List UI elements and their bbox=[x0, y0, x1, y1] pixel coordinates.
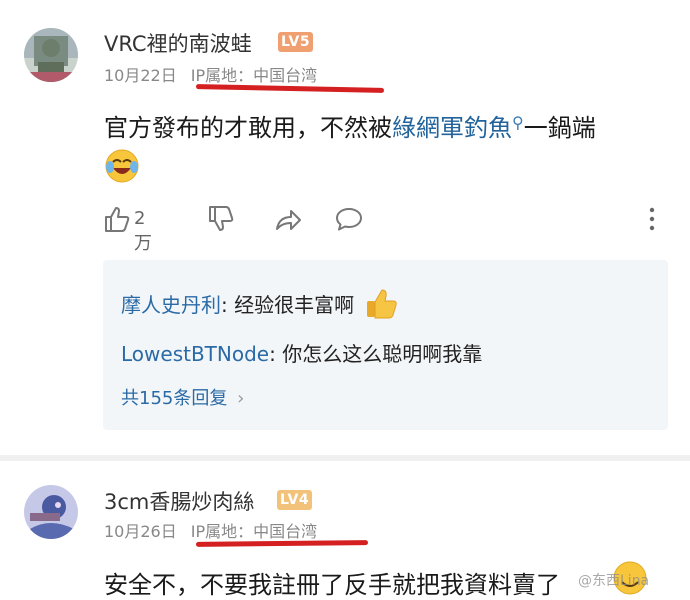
thumbs-up-icon bbox=[367, 289, 398, 319]
view-all-replies-label[interactable]: 共155条回复 bbox=[121, 388, 227, 409]
ip-location: 中国台湾 bbox=[253, 66, 318, 85]
comment-date: 10月26日 bbox=[104, 522, 177, 541]
topic-link-label[interactable]: 綠網軍釣魚 bbox=[392, 114, 512, 142]
comment-meta: 10月22日 IP属地：中国台湾 bbox=[104, 62, 317, 86]
reply-username[interactable]: 摩人史丹利 bbox=[121, 293, 221, 317]
like-icon bbox=[105, 207, 130, 232]
level-badge: LV4 bbox=[277, 490, 313, 510]
comment-icon bbox=[336, 208, 362, 231]
more-icon bbox=[649, 207, 655, 231]
avatar[interactable] bbox=[24, 28, 78, 82]
comment-text: 官方發布的才敢用，不然被綠網軍釣魚⚲一鍋端 bbox=[104, 108, 596, 143]
replies-panel: 摩人史丹利: 经验很丰富啊 LowestBTNode: 你怎么这么聪明啊我靠 共… bbox=[103, 260, 668, 430]
comment-date: 10月22日 bbox=[104, 66, 177, 85]
level-badge: LV5 bbox=[278, 32, 314, 52]
ip-label: IP属地： bbox=[190, 522, 254, 541]
comment-text-part: 官方發布的才敢用，不然被 bbox=[104, 114, 392, 142]
comment-text-part: 一鍋端 bbox=[523, 114, 596, 142]
ip-label: IP属地： bbox=[190, 66, 254, 85]
comment-username[interactable]: VRC裡的南波蛙 bbox=[104, 28, 252, 58]
topic-link[interactable]: 綠網軍釣魚⚲ bbox=[392, 113, 524, 142]
highlight-underline bbox=[195, 84, 385, 93]
dislike-icon bbox=[209, 206, 234, 231]
comment-divider bbox=[0, 455, 690, 461]
watermark: @东西Lina bbox=[578, 573, 650, 589]
view-all-replies-link[interactable]: 共155条回复 › bbox=[121, 384, 244, 410]
laughing-crying-face-icon bbox=[104, 148, 140, 184]
reply-item[interactable]: LowestBTNode: 你怎么这么聪明啊我靠 bbox=[121, 338, 482, 367]
comment-actions: 2万 bbox=[104, 203, 664, 254]
comment-username[interactable]: 3cm香腸炒肉絲 bbox=[104, 486, 254, 516]
search-icon: ⚲ bbox=[512, 113, 524, 132]
reply-username[interactable]: LowestBTNode bbox=[121, 342, 269, 366]
reply-text: : 经验很丰富啊 bbox=[221, 293, 355, 317]
comment-meta: 10月26日 IP属地：中国台湾 bbox=[104, 518, 317, 542]
chevron-right-icon: › bbox=[237, 388, 245, 409]
reply-text: : 你怎么这么聪明啊我靠 bbox=[269, 342, 483, 366]
reply-item[interactable]: 摩人史丹利: 经验很丰富啊 bbox=[121, 286, 398, 320]
avatar[interactable] bbox=[24, 485, 78, 539]
comment-text: 安全不，不要我註冊了反手就把我資料賣了 bbox=[104, 571, 560, 599]
like-count: 2万 bbox=[134, 208, 152, 254]
ip-location: 中国台湾 bbox=[253, 522, 318, 541]
highlight-underline bbox=[195, 540, 369, 547]
share-icon bbox=[276, 210, 301, 230]
